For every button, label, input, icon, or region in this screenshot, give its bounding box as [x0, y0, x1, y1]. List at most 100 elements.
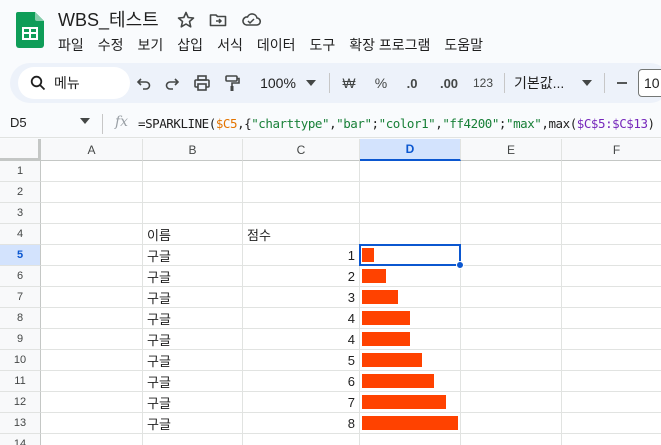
cell-b6[interactable]: 구글: [143, 266, 243, 287]
cell-e9[interactable]: [461, 329, 562, 350]
name-box[interactable]: D5: [10, 115, 27, 130]
cell-b12[interactable]: 구글: [143, 392, 243, 413]
cell-c2[interactable]: [243, 182, 360, 203]
cell-b14[interactable]: [143, 434, 243, 445]
cell-a6[interactable]: [41, 266, 143, 287]
cell-f2[interactable]: [562, 182, 661, 203]
cell-d5[interactable]: [360, 245, 461, 266]
cell-f9[interactable]: [562, 329, 661, 350]
cell-a14[interactable]: [41, 434, 143, 445]
row-header-11[interactable]: 11: [0, 371, 41, 392]
increase-decimal-button[interactable]: .00: [434, 72, 464, 94]
document-title[interactable]: WBS_테스트: [58, 6, 159, 32]
cell-d10[interactable]: [360, 350, 461, 371]
cell-b4[interactable]: 이름: [143, 224, 243, 245]
cell-d11[interactable]: [360, 371, 461, 392]
cell-d6[interactable]: [360, 266, 461, 287]
cell-a7[interactable]: [41, 287, 143, 308]
cell-c6[interactable]: 2: [243, 266, 360, 287]
cell-f13[interactable]: [562, 413, 661, 434]
row-header-2[interactable]: 2: [0, 182, 41, 203]
currency-format-button[interactable]: ₩: [339, 72, 359, 94]
cell-e13[interactable]: [461, 413, 562, 434]
paint-format-button[interactable]: [220, 72, 244, 94]
cell-d2[interactable]: [360, 182, 461, 203]
chevron-down-icon[interactable]: [580, 72, 594, 94]
cell-c9[interactable]: 4: [243, 329, 360, 350]
menu-insert[interactable]: 삽입: [177, 35, 203, 55]
row-header-9[interactable]: 9: [0, 329, 41, 350]
cell-e1[interactable]: [461, 161, 562, 182]
cell-c1[interactable]: [243, 161, 360, 182]
menu-view[interactable]: 보기: [138, 35, 164, 55]
cell-c5[interactable]: 1: [243, 245, 360, 266]
cell-c7[interactable]: 3: [243, 287, 360, 308]
cell-f6[interactable]: [562, 266, 661, 287]
cell-e7[interactable]: [461, 287, 562, 308]
column-header-d[interactable]: D: [360, 139, 461, 161]
cell-a4[interactable]: [41, 224, 143, 245]
cell-b7[interactable]: 구글: [143, 287, 243, 308]
cell-f11[interactable]: [562, 371, 661, 392]
cell-f1[interactable]: [562, 161, 661, 182]
cell-e10[interactable]: [461, 350, 562, 371]
cell-c4[interactable]: 점수: [243, 224, 360, 245]
undo-button[interactable]: [132, 72, 156, 94]
cell-e14[interactable]: [461, 434, 562, 445]
menu-data[interactable]: 데이터: [257, 35, 296, 55]
row-header-1[interactable]: 1: [0, 161, 41, 182]
cell-b11[interactable]: 구글: [143, 371, 243, 392]
number-format-button[interactable]: 123: [470, 72, 496, 94]
cell-c11[interactable]: 6: [243, 371, 360, 392]
cell-f5[interactable]: [562, 245, 661, 266]
cell-d3[interactable]: [360, 203, 461, 224]
print-button[interactable]: [190, 72, 214, 94]
cell-d4[interactable]: [360, 224, 461, 245]
cell-e3[interactable]: [461, 203, 562, 224]
cell-e6[interactable]: [461, 266, 562, 287]
cell-a3[interactable]: [41, 203, 143, 224]
move-folder-icon[interactable]: [208, 10, 228, 30]
cell-f10[interactable]: [562, 350, 661, 371]
cell-d1[interactable]: [360, 161, 461, 182]
column-header-f[interactable]: F: [562, 139, 661, 161]
formula-input[interactable]: =SPARKLINE($C5,{"charttype","bar";"color…: [138, 116, 655, 131]
cell-d12[interactable]: [360, 392, 461, 413]
cell-d14[interactable]: [360, 434, 461, 445]
row-header-8[interactable]: 8: [0, 308, 41, 329]
row-header-4[interactable]: 4: [0, 224, 41, 245]
cell-a13[interactable]: [41, 413, 143, 434]
cell-e5[interactable]: [461, 245, 562, 266]
cell-a9[interactable]: [41, 329, 143, 350]
row-header-13[interactable]: 13: [0, 413, 41, 434]
cell-a1[interactable]: [41, 161, 143, 182]
cell-f3[interactable]: [562, 203, 661, 224]
cloud-status-icon[interactable]: [240, 10, 262, 30]
font-size-input[interactable]: 10: [638, 69, 661, 97]
cell-c13[interactable]: 8: [243, 413, 360, 434]
cell-c10[interactable]: 5: [243, 350, 360, 371]
cell-a12[interactable]: [41, 392, 143, 413]
row-header-6[interactable]: 6: [0, 266, 41, 287]
cell-d8[interactable]: [360, 308, 461, 329]
column-header-c[interactable]: C: [243, 139, 360, 161]
sheets-logo-icon[interactable]: [16, 12, 44, 48]
cell-e2[interactable]: [461, 182, 562, 203]
cell-b1[interactable]: [143, 161, 243, 182]
cell-e4[interactable]: [461, 224, 562, 245]
cell-b3[interactable]: [143, 203, 243, 224]
column-header-b[interactable]: B: [143, 139, 243, 161]
cell-e8[interactable]: [461, 308, 562, 329]
cell-b13[interactable]: 구글: [143, 413, 243, 434]
cell-a5[interactable]: [41, 245, 143, 266]
menu-tools[interactable]: 도구: [309, 35, 335, 55]
menu-file[interactable]: 파일: [58, 35, 84, 55]
menu-search-button[interactable]: 메뉴: [18, 67, 130, 99]
redo-button[interactable]: [160, 72, 184, 94]
cell-b8[interactable]: 구글: [143, 308, 243, 329]
cell-f8[interactable]: [562, 308, 661, 329]
cell-c3[interactable]: [243, 203, 360, 224]
cell-d9[interactable]: [360, 329, 461, 350]
menu-format[interactable]: 서식: [217, 35, 243, 55]
column-header-e[interactable]: E: [461, 139, 562, 161]
